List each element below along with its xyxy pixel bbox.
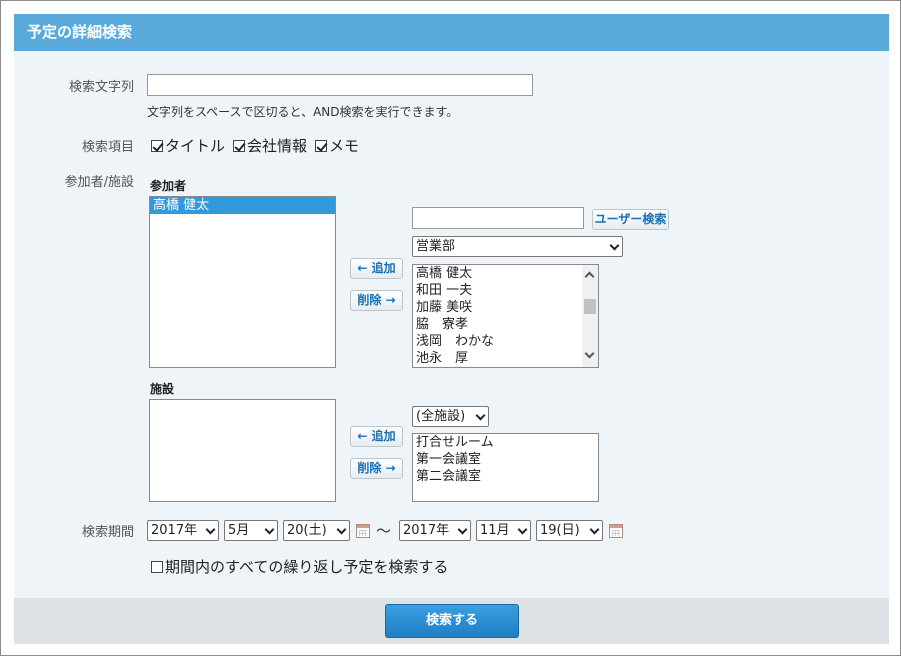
start-day-value: 20(土) xyxy=(287,523,327,538)
list-item[interactable]: 打合せルーム xyxy=(413,434,598,451)
start-month-value: 5月 xyxy=(228,523,250,538)
list-item[interactable]: 高橋 健太 xyxy=(413,265,598,282)
checkbox-icon[interactable] xyxy=(151,139,163,152)
add-facility-button[interactable]: ← 追加 xyxy=(350,426,403,447)
search-item-memo-label: メモ xyxy=(329,137,360,155)
search-item-title-label: タイトル xyxy=(165,137,226,155)
end-year-select[interactable]: 2017年 xyxy=(399,520,471,541)
end-month-value: 11月 xyxy=(480,523,510,538)
search-item-title[interactable]: タイトル xyxy=(151,135,225,156)
participants-label: 参加者 xyxy=(150,179,187,193)
start-day-select[interactable]: 20(土) xyxy=(283,520,350,541)
chevron-down-icon xyxy=(517,524,528,535)
selected-participants-list[interactable]: 高橋 健太 xyxy=(149,196,336,368)
chevron-down-icon xyxy=(205,524,216,535)
keyword-hint: 文字列をスペースで区切ると、AND検索を実行できます。 xyxy=(147,105,459,119)
list-item[interactable]: 脇 寮孝 xyxy=(413,316,598,333)
start-month-select[interactable]: 5月 xyxy=(224,520,278,541)
scroll-down-icon[interactable] xyxy=(584,348,595,359)
chevron-down-icon xyxy=(609,240,620,251)
search-button[interactable]: 検索する xyxy=(385,604,519,638)
chevron-down-icon xyxy=(475,410,486,421)
keyword-label: 検索文字列 xyxy=(68,80,134,95)
list-item[interactable]: 第一会議室 xyxy=(413,451,598,468)
search-items-group: タイトル 会社情報 メモ xyxy=(151,135,367,156)
end-day-value: 19(日) xyxy=(540,523,580,538)
search-item-company-label: 会社情報 xyxy=(247,137,308,155)
facilities-label: 施設 xyxy=(150,382,175,396)
participants-facilities-label: 参加者/施設 xyxy=(64,175,134,190)
chevron-down-icon xyxy=(336,524,347,535)
scroll-up-icon[interactable] xyxy=(584,271,595,282)
list-item[interactable]: 加藤 美咲 xyxy=(413,299,598,316)
repeat-option-label: 期間内のすべての繰り返し予定を検索する xyxy=(165,558,449,576)
end-day-select[interactable]: 19(日) xyxy=(536,520,603,541)
period-label: 検索期間 xyxy=(81,525,134,540)
search-item-memo[interactable]: メモ xyxy=(315,135,359,156)
department-select[interactable]: 営業部 xyxy=(412,236,623,257)
chevron-down-icon xyxy=(457,524,468,535)
period-separator: ～ xyxy=(376,522,392,540)
search-item-company[interactable]: 会社情報 xyxy=(233,135,307,156)
checkbox-icon[interactable] xyxy=(151,560,163,573)
user-search-button[interactable]: ユーザー検索 xyxy=(592,209,669,230)
scroll-thumb[interactable] xyxy=(584,299,596,314)
add-participant-button[interactable]: ← 追加 xyxy=(350,258,403,279)
list-item[interactable]: 和田 一夫 xyxy=(413,282,598,299)
facility-group-value: (全施設) xyxy=(416,409,466,424)
checkbox-icon[interactable] xyxy=(233,139,246,152)
checkbox-icon[interactable] xyxy=(315,139,328,152)
list-item[interactable]: 第二会議室 xyxy=(413,468,598,485)
panel-title: 予定の詳細検索 xyxy=(14,14,889,51)
calendar-icon[interactable] xyxy=(609,524,623,538)
list-item[interactable]: 高橋 健太 xyxy=(150,197,335,214)
calendar-icon[interactable] xyxy=(356,524,370,538)
dialog-frame: 予定の詳細検索 検索文字列 文字列をスペースで区切ると、AND検索を実行できます… xyxy=(0,0,901,656)
end-year-value: 2017年 xyxy=(403,523,450,538)
facility-group-select[interactable]: (全施設) xyxy=(412,406,489,427)
list-item[interactable]: 浅岡 わかな xyxy=(413,333,598,350)
remove-participant-button[interactable]: 削除 → xyxy=(350,290,403,311)
chevron-down-icon xyxy=(264,524,275,535)
chevron-down-icon xyxy=(589,524,600,535)
list-scrollbar[interactable] xyxy=(582,265,598,367)
start-year-select[interactable]: 2017年 xyxy=(147,520,219,541)
selected-facilities-list[interactable] xyxy=(149,399,336,502)
search-items-label: 検索項目 xyxy=(81,140,134,155)
footer-bar: 検索する xyxy=(14,598,889,644)
detail-search-panel: 予定の詳細検索 検索文字列 文字列をスペースで区切ると、AND検索を実行できます… xyxy=(14,14,889,644)
start-year-value: 2017年 xyxy=(151,523,198,538)
candidate-users-list[interactable]: 高橋 健太 和田 一夫 加藤 美咲 脇 寮孝 浅岡 わかな 池永 厚 xyxy=(412,264,599,368)
user-search-input[interactable] xyxy=(412,207,584,229)
candidate-facilities-list[interactable]: 打合せルーム 第一会議室 第二会議室 xyxy=(412,433,599,502)
end-month-select[interactable]: 11月 xyxy=(476,520,531,541)
keyword-input[interactable] xyxy=(147,74,533,96)
remove-facility-button[interactable]: 削除 → xyxy=(350,458,403,479)
repeat-option[interactable]: 期間内のすべての繰り返し予定を検索する xyxy=(151,556,448,577)
list-item[interactable]: 池永 厚 xyxy=(413,350,598,367)
department-value: 営業部 xyxy=(416,239,456,254)
